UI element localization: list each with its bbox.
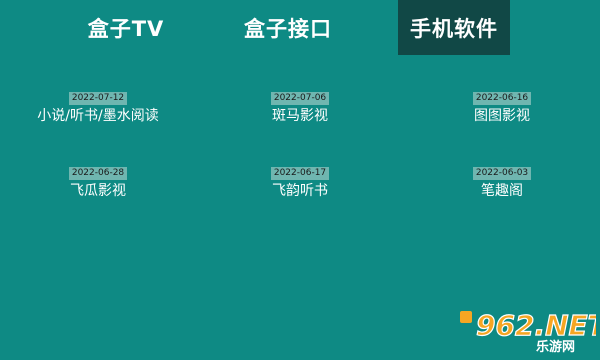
item-date: 2022-06-03 (472, 167, 532, 180)
item-date: 2022-06-28 (68, 167, 128, 180)
tab-mobile-software[interactable]: 手机软件 (398, 0, 510, 55)
item-name: 图图影视 (474, 108, 530, 124)
list-item[interactable]: 2022-06-17 飞韵听书 (210, 167, 390, 200)
list-item[interactable]: 2022-06-03 笔趣阁 (412, 167, 592, 200)
item-date: 2022-06-17 (270, 167, 330, 180)
tab-box-tv[interactable]: 盒子TV (70, 0, 182, 55)
site-watermark-logo: 962.NET 乐游网 (460, 308, 596, 355)
item-date: 2022-07-12 (68, 92, 128, 105)
item-date: 2022-07-06 (270, 92, 330, 105)
item-name: 飞瓜影视 (70, 183, 126, 199)
watermark-subtitle: 乐游网 (536, 339, 575, 355)
watermark-logo-text: 962.NET (476, 309, 596, 342)
software-grid: 2022-07-12 小说/听书/墨水阅读 2022-07-06 斑马影视 20… (0, 90, 600, 220)
list-item[interactable]: 2022-07-12 小说/听书/墨水阅读 (8, 92, 188, 125)
item-name: 斑马影视 (272, 108, 328, 124)
list-item[interactable]: 2022-06-16 图图影视 (412, 92, 592, 125)
item-date: 2022-06-16 (472, 92, 532, 105)
tab-bar: 盒子TV 盒子接口 手机软件 (0, 0, 600, 55)
list-item[interactable]: 2022-07-06 斑马影视 (210, 92, 390, 125)
item-name: 笔趣阁 (481, 183, 523, 199)
tab-box-interface[interactable]: 盒子接口 (228, 0, 348, 55)
item-name: 飞韵听书 (272, 183, 328, 199)
item-name: 小说/听书/墨水阅读 (37, 108, 159, 124)
list-item[interactable]: 2022-06-28 飞瓜影视 (8, 167, 188, 200)
